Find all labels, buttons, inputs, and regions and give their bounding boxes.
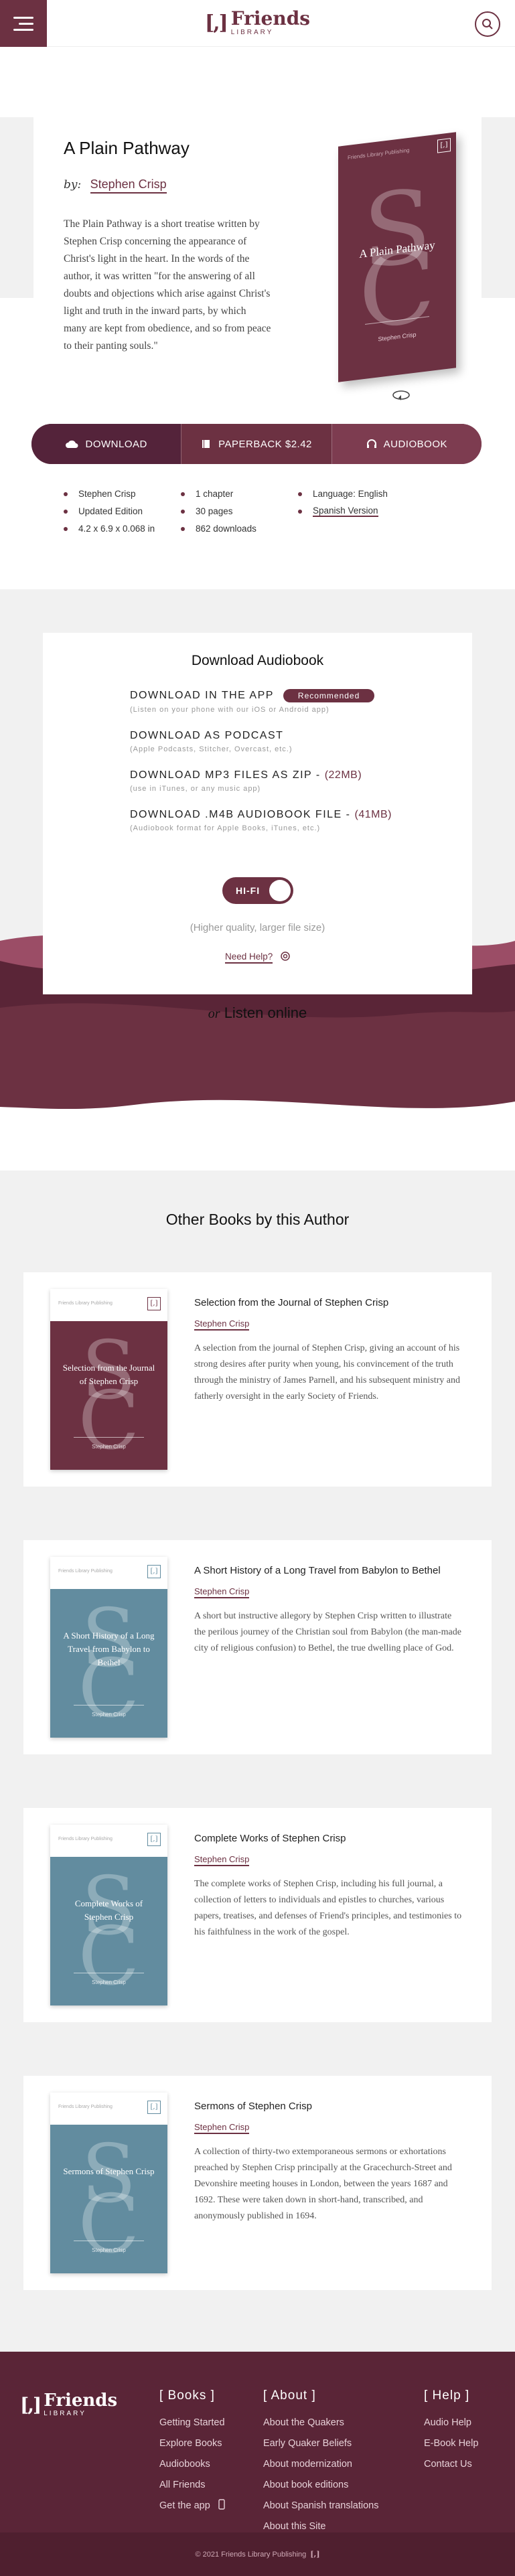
footer-link-get-app[interactable]: Get the app: [159, 2496, 225, 2516]
book-teaser: Friends Library Publishing [,] S C Select…: [23, 1272, 492, 1487]
footer-link[interactable]: About the Quakers: [263, 2413, 379, 2433]
action-bar: DOWNLOAD PAPERBACK $2.42 AUDIOBOOK: [31, 424, 482, 464]
book-teaser: Friends Library Publishing [,] S C A Shor…: [23, 1540, 492, 1754]
footer-link[interactable]: E-Book Help: [424, 2433, 478, 2454]
paperback-button[interactable]: PAPERBACK $2.42: [181, 424, 331, 464]
recommended-badge: Recommended: [283, 689, 375, 702]
footer-link[interactable]: Audio Help: [424, 2413, 478, 2433]
listen-online-link[interactable]: or Listen online: [0, 1004, 515, 1022]
byline: by: Stephen Crisp: [64, 177, 167, 194]
footer-about-column: [ About ] About the Quakers Early Quaker…: [263, 2389, 379, 2537]
headphones-icon: [366, 439, 376, 448]
meta-pages: 30 pages: [181, 506, 298, 517]
site-footer: [,] Friends LIBRARY [ Books ] Getting St…: [0, 2352, 515, 2576]
hifi-toggle[interactable]: HI-FI: [222, 877, 293, 904]
book-description: The complete works of Stephen Crisp, inc…: [194, 1879, 462, 1937]
footer-logo[interactable]: [,] Friends LIBRARY: [20, 2392, 117, 2417]
footer-link[interactable]: Contact Us: [424, 2454, 478, 2475]
footer-link[interactable]: Getting Started: [159, 2413, 225, 2433]
audiobook-heading: Download Audiobook: [191, 653, 324, 668]
author-link[interactable]: Stephen Crisp: [194, 2122, 250, 2134]
footer-link[interactable]: All Friends: [159, 2475, 225, 2496]
author-link[interactable]: Stephen Crisp: [194, 1318, 250, 1331]
author-link[interactable]: Stephen Crisp: [194, 1854, 250, 1866]
hamburger-icon[interactable]: [0, 0, 47, 47]
book-hero: A Plain Pathway by: Stephen Crisp The Pl…: [0, 47, 515, 534]
download-podcast[interactable]: DOWNLOAD AS PODCAST (Apple Podcasts, Sti…: [130, 730, 472, 753]
book-icon: [202, 440, 210, 448]
author-link[interactable]: Stephen Crisp: [194, 1586, 250, 1598]
help-icon: [281, 952, 290, 961]
meta-downloads: 862 downloads: [181, 524, 298, 534]
book-title[interactable]: A Short History of a Long Travel from Ba…: [194, 1564, 462, 1578]
audiobook-button[interactable]: AUDIOBOOK: [331, 424, 482, 464]
search-icon[interactable]: [475, 11, 500, 37]
book-teaser: Friends Library Publishing [,] S C Comple…: [23, 1808, 492, 2022]
copyright-logo-mark: [,]: [310, 2550, 320, 2559]
logo-name: Friends: [230, 7, 311, 29]
meta-language: Language: English: [298, 489, 432, 499]
meta-author: Stephen Crisp: [64, 489, 181, 499]
footer-link[interactable]: About book editions: [263, 2475, 379, 2496]
book-cover-3d[interactable]: Friends Library Publishing [,] S C A Pla…: [338, 132, 456, 382]
quality-note: (Higher quality, larger file size): [190, 922, 325, 933]
book-title: A Plain Pathway: [64, 138, 190, 158]
book-description: A collection of thirty-two extemporaneou…: [194, 2147, 452, 2221]
audiobook-section: Download Audiobook DOWNLOAD IN THE APP Re…: [0, 589, 515, 1170]
book-blurb: The Plain Pathway is a short treatise wr…: [64, 218, 271, 352]
footer-link[interactable]: Audiobooks: [159, 2454, 225, 2475]
logo-sub: LIBRARY: [230, 29, 274, 36]
meta-dimensions: 4.2 x 6.9 x 0.068 in: [64, 524, 181, 534]
meta-edition: Updated Edition: [64, 506, 181, 517]
book-description: A selection from the journal of Stephen …: [194, 1343, 461, 1401]
meta-spanish[interactable]: Spanish Version: [298, 506, 432, 517]
audiobook-card: Download Audiobook DOWNLOAD IN THE APP Re…: [43, 633, 472, 994]
top-bar: [,] Friends LIBRARY: [0, 0, 515, 47]
book-title[interactable]: Complete Works of Stephen Crisp: [194, 1831, 462, 1846]
footer-help-column: [ Help ] Audio Help E-Book Help Contact …: [424, 2389, 478, 2475]
book-teaser: Friends Library Publishing [,] S C Sermon…: [23, 2076, 492, 2290]
copyright: © 2021 Friends Library Publishing [,]: [0, 2532, 515, 2576]
book-cover[interactable]: Friends Library Publishing [,] S C Select…: [50, 1289, 167, 1470]
footer-link[interactable]: About Spanish translations: [263, 2496, 379, 2516]
cloud-icon: [66, 440, 78, 448]
rotate-cover-icon[interactable]: [392, 388, 411, 402]
book-cover[interactable]: Friends Library Publishing [,] S C Sermon…: [50, 2093, 167, 2273]
book-cover[interactable]: Friends Library Publishing [,] S C A Shor…: [50, 1557, 167, 1738]
logo-mark: [,]: [204, 11, 228, 35]
by-label: by:: [64, 178, 82, 192]
phone-icon: [218, 2499, 225, 2510]
book-cover[interactable]: Friends Library Publishing [,] S C Comple…: [50, 1825, 167, 2005]
meta-chapters: 1 chapter: [181, 489, 298, 499]
cover-logo-mark: [,]: [437, 138, 451, 153]
author-link[interactable]: Stephen Crisp: [90, 177, 167, 194]
book-title[interactable]: Selection from the Journal of Stephen Cr…: [194, 1296, 462, 1310]
footer-link[interactable]: Explore Books: [159, 2433, 225, 2454]
download-mp3-zip[interactable]: DOWNLOAD MP3 FILES AS ZIP - (22MB) (use i…: [130, 769, 472, 793]
footer-link[interactable]: About modernization: [263, 2454, 379, 2475]
other-books-heading: Other Books by this Author: [165, 1211, 350, 1228]
book-title[interactable]: Sermons of Stephen Crisp: [194, 2099, 462, 2114]
footer-link[interactable]: Early Quaker Beliefs: [263, 2433, 379, 2454]
spanish-version-link[interactable]: Spanish Version: [313, 506, 378, 517]
download-m4b[interactable]: DOWNLOAD .M4B AUDIOBOOK FILE - (41MB) (Au…: [130, 809, 472, 832]
download-button[interactable]: DOWNLOAD: [31, 424, 181, 464]
book-description: A short but instructive allegory by Step…: [194, 1611, 461, 1653]
footer-books-column: [ Books ] Getting Started Explore Books …: [159, 2389, 225, 2516]
download-in-app[interactable]: DOWNLOAD IN THE APP Recommended (Listen o…: [130, 689, 472, 714]
other-books-section: Other Books by this Author Friends Libra…: [0, 1170, 515, 2352]
need-help-link[interactable]: Need Help?: [43, 952, 472, 964]
site-logo[interactable]: [,] Friends LIBRARY: [205, 9, 310, 36]
book-meta-list: Stephen Crisp 1 chapter Language: Englis…: [64, 489, 432, 534]
